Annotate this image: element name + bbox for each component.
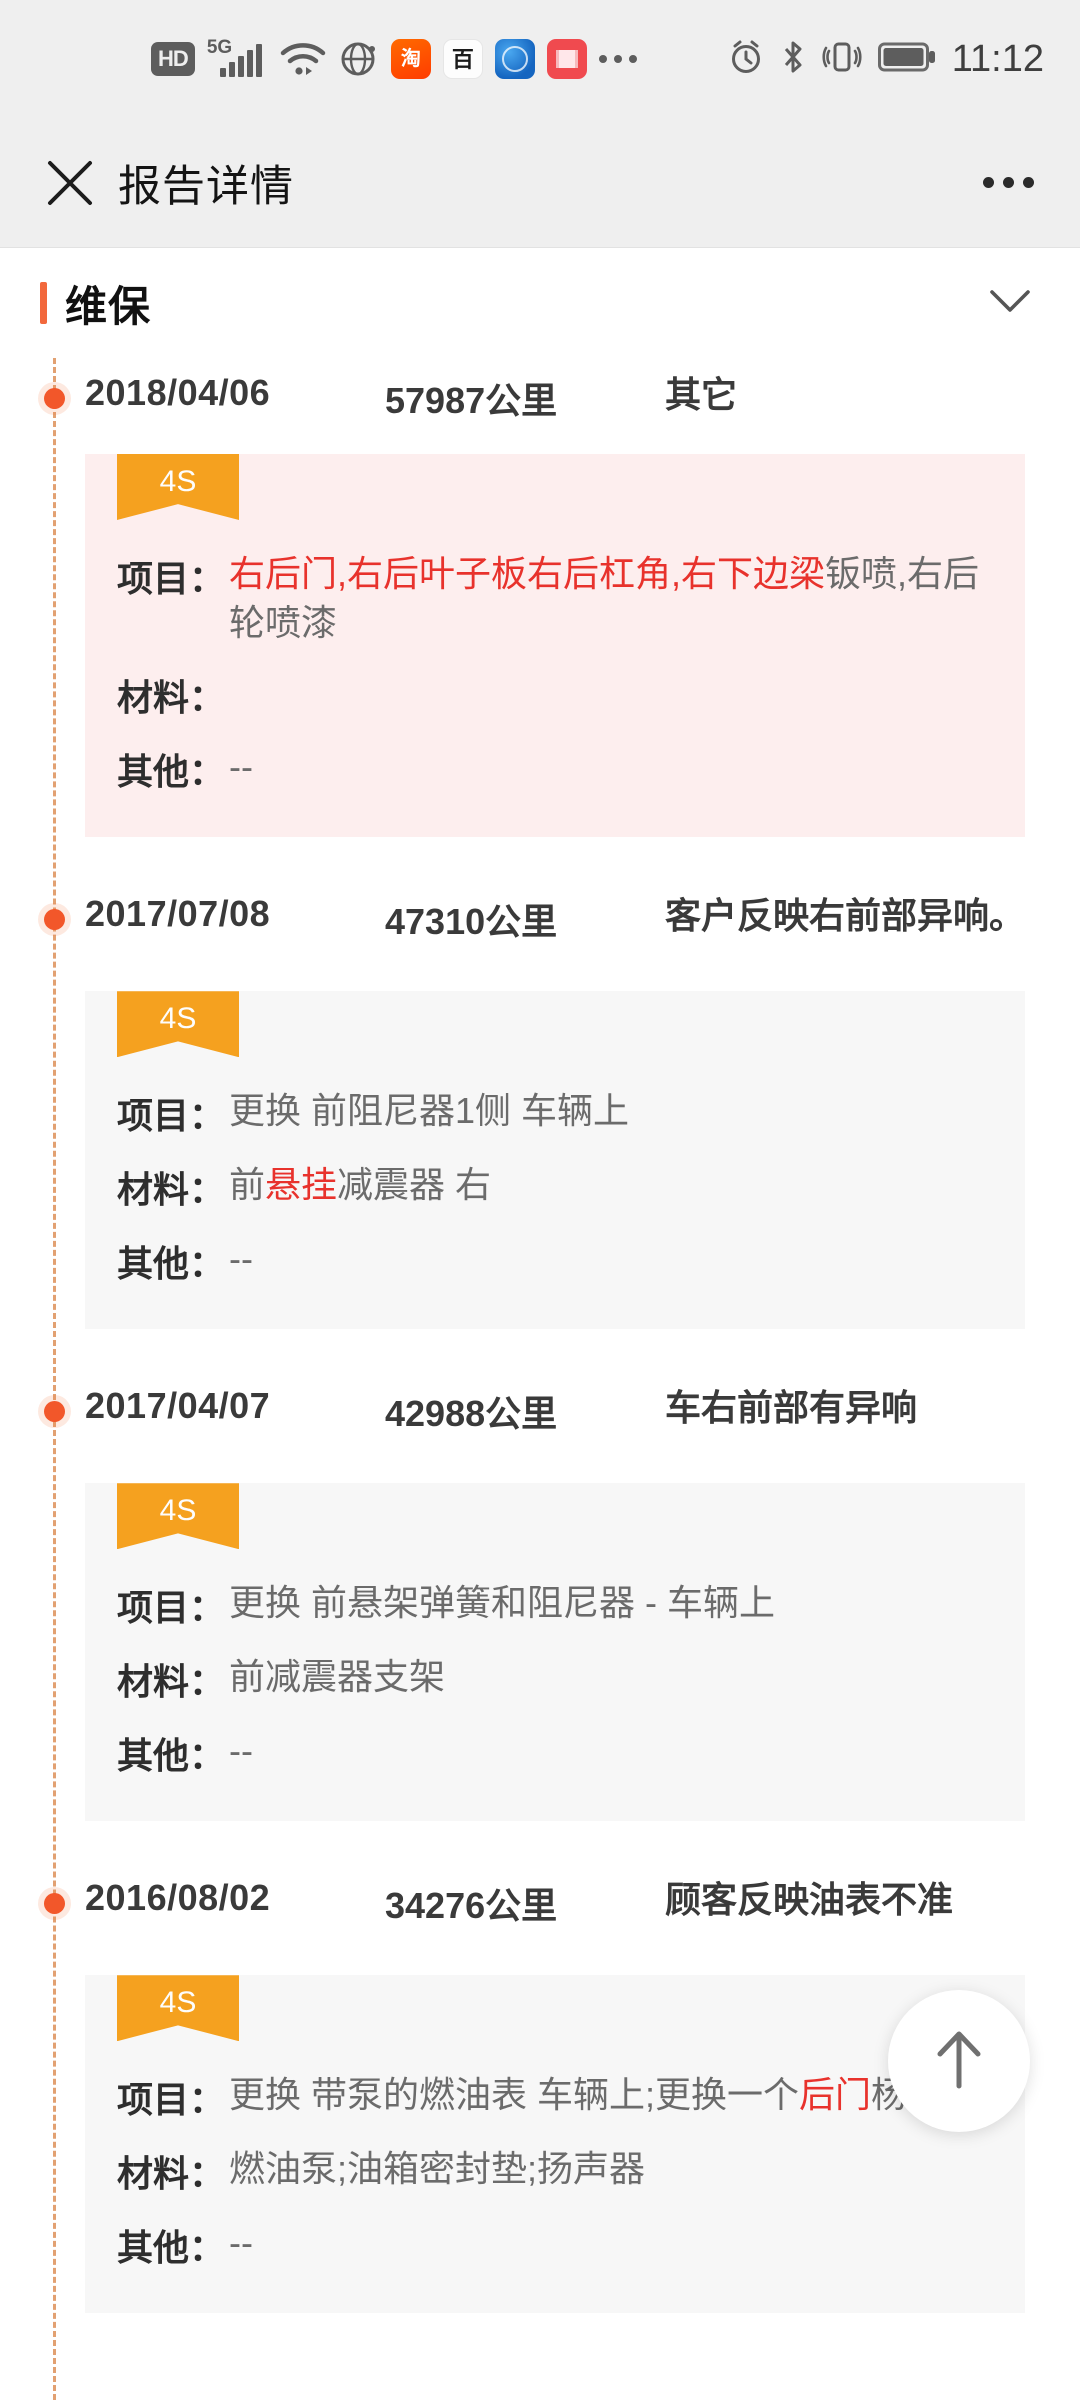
timeline-dot-icon [38,1887,71,1921]
project-row: 项目： 右后门,右后叶子板右后杠角,右下边梁钣喷,右后轮喷漆 [85,550,1025,647]
record-header: 2018/04/06 57987公里 其它 [0,358,1080,424]
timeline-dot-icon [38,382,71,415]
material-label: 材料： [117,1661,226,1703]
alarm-icon [728,39,764,80]
timeline-dot-icon [38,1395,71,1429]
chevron-down-icon[interactable] [988,287,1032,320]
timeline-record[interactable]: 2018/04/06 57987公里 其它 4S 项目： 右后门,右后叶子板右后杠角,右下… [0,358,1080,838]
other-value: -- [229,2222,253,2264]
material-label: 材料： [117,1169,226,1211]
timeline-dot-icon [38,903,71,937]
record-header: 2017/07/08 47310公里 客户反映右前部异响。 [0,879,1080,945]
record-description: 客户反映右前部异响。 [665,895,1026,937]
material-label: 材料： [117,2153,226,2195]
other-value: -- [229,746,253,788]
project-row: 项目： 更换 前悬架弹簧和阻尼器 - 车辆上 [85,1579,1025,1631]
other-row: 其他： -- [85,1727,1025,1779]
record-mileage: 42988公里 [385,1393,558,1435]
timeline-record[interactable]: 2017/07/08 47310公里 客户反映右前部异响。 4S 项目： 更换 前阻尼器1… [0,879,1080,1330]
material-row: 材料： 前悬挂减震器 右 [85,1161,1025,1213]
project-label: 项目： [117,1095,226,1137]
record-card: 4S项目：更换 带泵的燃油表 车辆上;更换一个后门杨声器材料：燃油泵;油箱密封垫… [85,1975,1025,2314]
material-value [225,669,229,721]
project-label: 项目： [117,2079,226,2121]
status-bar-left: HD 5G 淘 百 [0,37,728,79]
record-card: 4S 项目： 更换 前悬架弹簧和阻尼器 - 车辆上 材料： 前减震器支架 其他： -- [85,1483,1025,1822]
record-date: 2017/04/07 [85,1385,271,1427]
record-date: 2017/07/08 [85,893,271,935]
baidu-app-icon: 百 [442,39,483,79]
record-card: 4S 项目： 右后门,右后叶子板右后杠角,右下边梁钣喷,右后轮喷漆 材料： 其他： -- [85,454,1025,838]
more-options-icon[interactable] [983,177,1034,188]
5g-signal-icon: 5G [207,37,267,79]
service-type-tag: 4S [117,1975,239,2042]
record-header: 2017/04/07 42988公里 车右前部有异响 [0,1371,1080,1437]
record-mileage: 47310公里 [385,901,558,943]
other-row: 其他： -- [85,1235,1025,1287]
hd-icon: HD [150,42,195,76]
other-value: -- [229,1238,253,1280]
navigation-bar: 报告详情 [0,118,1080,248]
other-label: 其他： [117,2227,226,2269]
battery-icon [877,41,936,78]
bluetooth-icon [780,39,806,80]
project-value: 右后门,右后叶子板右后杠角,右下边梁钣喷,右后轮喷漆 [229,553,980,643]
material-value: 燃油泵;油箱密封垫;扬声器 [229,2148,646,2190]
section-accent-bar [40,282,47,324]
service-type-tag: 4S [117,991,239,1058]
record-header: 2016/08/02 34276公里 顾客反映油表不准 [0,1863,1080,1929]
material-highlight: 悬挂 [265,1164,338,1206]
section-header-maintenance[interactable]: 维保 [0,248,1080,358]
taobao-app-icon: 淘 [390,39,431,79]
record-description: 车右前部有异响 [665,1387,918,1429]
material-row: 材料： [85,669,1025,721]
timeline-record[interactable]: 2017/04/07 42988公里 车右前部有异响 4S 项目： 更换 前悬架弹簧和阻尼… [0,1371,1080,1822]
material-row: 材料： 前减震器支架 [85,1653,1025,1705]
record-description: 其它 [665,374,738,415]
page-title: 报告详情 [118,162,294,211]
material-value: 前减震器支架 [229,1656,446,1698]
more-icons-icon [598,55,637,63]
other-label: 其他： [117,1735,226,1777]
record-date: 2016/08/02 [85,1877,271,1919]
project-row: 项目：更换 带泵的燃油表 车辆上;更换一个后门杨声器 [85,2071,1025,2123]
other-row: 其他： -- [85,743,1025,795]
signal-bars [219,44,262,77]
section-title: 维保 [65,282,152,330]
service-type-tag: 4S [117,454,239,520]
record-description: 顾客反映油表不准 [665,1879,954,1921]
back-to-top-button[interactable] [888,1990,1030,2132]
reader-app-icon [546,39,587,79]
wifi-icon [279,40,327,78]
browser-app-icon [494,39,535,79]
project-label: 项目： [117,1587,226,1629]
record-mileage: 57987公里 [385,380,558,421]
project-highlight: 右后门,右后叶子板右后杠角,右下边梁 [229,553,826,594]
material-label: 材料： [117,677,226,719]
record-date: 2018/04/06 [85,372,271,413]
report-detail-screen: HD 5G 淘 百 11:12 报告详情 维保 2018/04/06 57987… [0,0,1080,2400]
close-icon[interactable] [22,157,118,209]
other-label: 其他： [117,751,226,793]
material-value: 前悬挂减震器 右 [229,1164,492,1206]
status-bar-right: 11:12 [728,38,1080,81]
arrow-up-icon [928,2026,990,2097]
material-row: 材料： 燃油泵;油箱密封垫;扬声器 [85,2145,1025,2197]
project-highlight: 后门 [799,2074,872,2116]
service-type-tag: 4S [117,1483,239,1550]
status-bar: HD 5G 淘 百 11:12 [0,0,1080,118]
other-value: -- [229,1730,253,1772]
vibrate-icon [822,39,862,80]
project-value: 更换 带泵的燃油表 车辆上;更换一个后门杨声器 [229,2074,979,2116]
project-value: 更换 前阻尼器1侧 车辆上 [229,1090,630,1132]
project-row: 项目： 更换 前阻尼器1侧 车辆上 [85,1087,1025,1139]
other-label: 其他： [117,1243,226,1285]
project-value: 更换 前悬架弹簧和阻尼器 - 车辆上 [229,1582,776,1624]
record-mileage: 34276公里 [385,1885,558,1927]
clock: 11:12 [951,37,1044,80]
other-row: 其他： -- [85,2219,1025,2271]
vpn-globe-icon [339,39,379,79]
project-label: 项目： [117,558,226,599]
record-card: 4S 项目： 更换 前阻尼器1侧 车辆上 材料： 前悬挂减震器 右其他： -- [85,991,1025,1330]
